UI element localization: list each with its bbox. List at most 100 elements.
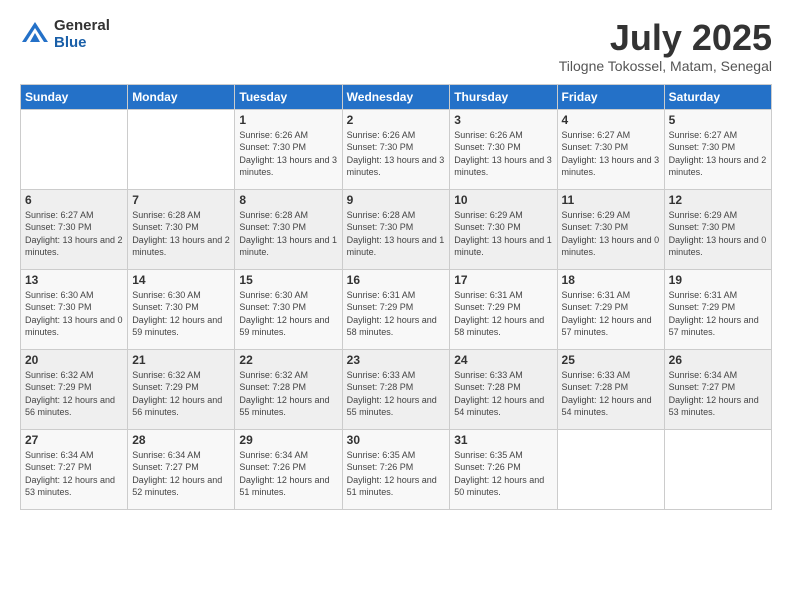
day-detail: Sunrise: 6:33 AM Sunset: 7:28 PM Dayligh…: [562, 370, 652, 418]
calendar-table: SundayMondayTuesdayWednesdayThursdayFrid…: [20, 84, 772, 510]
day-cell: 20Sunrise: 6:32 AM Sunset: 7:29 PM Dayli…: [21, 349, 128, 429]
day-cell: 14 Sunrise: 6:30 AM Sunset: 7:30 PM Dayli…: [128, 269, 235, 349]
day-detail: Sunrise: 6:33 AM Sunset: 7:28 PM Dayligh…: [454, 370, 544, 418]
day-detail: Sunrise: 6:31 AM Sunset: 7:29 PM Dayligh…: [454, 290, 544, 338]
day-detail: Sunrise: 6:27 AM Sunset: 7:30 PM Dayligh…: [25, 210, 123, 258]
day-detail: Sunrise: 6:30 AM Sunset: 7:30 PM Dayligh…: [25, 290, 123, 338]
day-cell: 27Sunrise: 6:34 AM Sunset: 7:27 PM Dayli…: [21, 429, 128, 509]
day-cell: [557, 429, 664, 509]
day-cell: 16 Sunrise: 6:31 AM Sunset: 7:29 PM Dayli…: [342, 269, 450, 349]
day-detail: Sunrise: 6:32 AM Sunset: 7:29 PM Dayligh…: [25, 370, 115, 418]
day-cell: 4Sunrise: 6:27 AM Sunset: 7:30 PM Daylig…: [557, 109, 664, 189]
day-cell: 10 Sunrise: 6:29 AM Sunset: 7:30 PM Dayli…: [450, 189, 557, 269]
day-number: 10: [454, 193, 552, 207]
day-cell: 7 Sunrise: 6:28 AM Sunset: 7:30 PM Daylig…: [128, 189, 235, 269]
day-detail: Sunrise: 6:26 AM Sunset: 7:30 PM Dayligh…: [454, 130, 552, 178]
day-cell: 1 Sunrise: 6:26 AM Sunset: 7:30 PM Daylig…: [235, 109, 342, 189]
day-cell: 23Sunrise: 6:33 AM Sunset: 7:28 PM Dayli…: [342, 349, 450, 429]
day-cell: 30 Sunrise: 6:35 AM Sunset: 7:26 PM Dayli…: [342, 429, 450, 509]
day-detail: Sunrise: 6:29 AM Sunset: 7:30 PM Dayligh…: [454, 210, 552, 258]
day-detail: Sunrise: 6:32 AM Sunset: 7:29 PM Dayligh…: [132, 370, 222, 418]
day-number: 3: [454, 113, 552, 127]
day-cell: 8Sunrise: 6:28 AM Sunset: 7:30 PM Daylig…: [235, 189, 342, 269]
day-cell: 19Sunrise: 6:31 AM Sunset: 7:29 PM Dayli…: [664, 269, 771, 349]
header: General Blue July 2025 Tilogne Tokossel,…: [20, 18, 772, 74]
day-number: 21: [132, 353, 230, 367]
day-number: 25: [562, 353, 660, 367]
week-row-2: 6Sunrise: 6:27 AM Sunset: 7:30 PM Daylig…: [21, 189, 772, 269]
logo-general: General: [54, 18, 110, 35]
day-number: 23: [347, 353, 446, 367]
page: General Blue July 2025 Tilogne Tokossel,…: [0, 0, 792, 612]
day-cell: [664, 429, 771, 509]
day-cell: 3 Sunrise: 6:26 AM Sunset: 7:30 PM Daylig…: [450, 109, 557, 189]
day-detail: Sunrise: 6:35 AM Sunset: 7:26 PM Dayligh…: [454, 450, 544, 498]
day-number: 31: [454, 433, 552, 447]
day-number: 17: [454, 273, 552, 287]
logo-text: General Blue: [54, 18, 110, 51]
day-cell: 6Sunrise: 6:27 AM Sunset: 7:30 PM Daylig…: [21, 189, 128, 269]
day-cell: 9Sunrise: 6:28 AM Sunset: 7:30 PM Daylig…: [342, 189, 450, 269]
calendar-title: July 2025: [559, 18, 772, 58]
title-block: July 2025 Tilogne Tokossel, Matam, Seneg…: [559, 18, 772, 74]
day-detail: Sunrise: 6:26 AM Sunset: 7:30 PM Dayligh…: [239, 130, 337, 178]
logo-icon: [20, 20, 50, 50]
day-detail: Sunrise: 6:35 AM Sunset: 7:26 PM Dayligh…: [347, 450, 437, 498]
header-cell-sunday: Sunday: [21, 84, 128, 109]
day-detail: Sunrise: 6:30 AM Sunset: 7:30 PM Dayligh…: [132, 290, 222, 338]
day-number: 26: [669, 353, 767, 367]
day-detail: Sunrise: 6:29 AM Sunset: 7:30 PM Dayligh…: [562, 210, 660, 258]
day-detail: Sunrise: 6:34 AM Sunset: 7:27 PM Dayligh…: [132, 450, 222, 498]
day-number: 30: [347, 433, 446, 447]
week-row-3: 13 Sunrise: 6:30 AM Sunset: 7:30 PM Dayli…: [21, 269, 772, 349]
day-number: 5: [669, 113, 767, 127]
day-number: 13: [25, 273, 123, 287]
day-cell: 29 Sunrise: 6:34 AM Sunset: 7:26 PM Dayli…: [235, 429, 342, 509]
day-cell: 21 Sunrise: 6:32 AM Sunset: 7:29 PM Dayli…: [128, 349, 235, 429]
day-number: 24: [454, 353, 552, 367]
header-cell-thursday: Thursday: [450, 84, 557, 109]
logo-blue: Blue: [54, 35, 110, 52]
day-detail: Sunrise: 6:34 AM Sunset: 7:26 PM Dayligh…: [239, 450, 329, 498]
day-number: 15: [239, 273, 337, 287]
day-number: 14: [132, 273, 230, 287]
day-detail: Sunrise: 6:32 AM Sunset: 7:28 PM Dayligh…: [239, 370, 329, 418]
day-number: 1: [239, 113, 337, 127]
day-cell: 28Sunrise: 6:34 AM Sunset: 7:27 PM Dayli…: [128, 429, 235, 509]
day-cell: 22 Sunrise: 6:32 AM Sunset: 7:28 PM Dayli…: [235, 349, 342, 429]
day-detail: Sunrise: 6:31 AM Sunset: 7:29 PM Dayligh…: [669, 290, 759, 338]
day-detail: Sunrise: 6:34 AM Sunset: 7:27 PM Dayligh…: [669, 370, 759, 418]
day-number: 29: [239, 433, 337, 447]
day-detail: Sunrise: 6:29 AM Sunset: 7:30 PM Dayligh…: [669, 210, 767, 258]
header-cell-friday: Friday: [557, 84, 664, 109]
day-cell: [128, 109, 235, 189]
day-detail: Sunrise: 6:27 AM Sunset: 7:30 PM Dayligh…: [562, 130, 660, 178]
header-row: SundayMondayTuesdayWednesdayThursdayFrid…: [21, 84, 772, 109]
day-detail: Sunrise: 6:28 AM Sunset: 7:30 PM Dayligh…: [132, 210, 230, 258]
calendar-subtitle: Tilogne Tokossel, Matam, Senegal: [559, 58, 772, 74]
header-cell-tuesday: Tuesday: [235, 84, 342, 109]
day-number: 22: [239, 353, 337, 367]
week-row-1: 1 Sunrise: 6:26 AM Sunset: 7:30 PM Daylig…: [21, 109, 772, 189]
day-number: 7: [132, 193, 230, 207]
day-number: 12: [669, 193, 767, 207]
day-detail: Sunrise: 6:31 AM Sunset: 7:29 PM Dayligh…: [347, 290, 437, 338]
day-detail: Sunrise: 6:28 AM Sunset: 7:30 PM Dayligh…: [347, 210, 445, 258]
day-number: 16: [347, 273, 446, 287]
day-detail: Sunrise: 6:26 AM Sunset: 7:30 PM Dayligh…: [347, 130, 445, 178]
logo: General Blue: [20, 18, 110, 51]
day-cell: 25 Sunrise: 6:33 AM Sunset: 7:28 PM Dayli…: [557, 349, 664, 429]
day-detail: Sunrise: 6:27 AM Sunset: 7:30 PM Dayligh…: [669, 130, 767, 178]
day-cell: 15Sunrise: 6:30 AM Sunset: 7:30 PM Dayli…: [235, 269, 342, 349]
week-row-4: 20Sunrise: 6:32 AM Sunset: 7:29 PM Dayli…: [21, 349, 772, 429]
day-number: 18: [562, 273, 660, 287]
day-cell: 12 Sunrise: 6:29 AM Sunset: 7:30 PM Dayli…: [664, 189, 771, 269]
day-cell: 18Sunrise: 6:31 AM Sunset: 7:29 PM Dayli…: [557, 269, 664, 349]
day-number: 8: [239, 193, 337, 207]
day-cell: [21, 109, 128, 189]
day-cell: 31 Sunrise: 6:35 AM Sunset: 7:26 PM Dayli…: [450, 429, 557, 509]
day-cell: 2Sunrise: 6:26 AM Sunset: 7:30 PM Daylig…: [342, 109, 450, 189]
day-cell: 17 Sunrise: 6:31 AM Sunset: 7:29 PM Dayli…: [450, 269, 557, 349]
header-cell-monday: Monday: [128, 84, 235, 109]
day-cell: 5 Sunrise: 6:27 AM Sunset: 7:30 PM Daylig…: [664, 109, 771, 189]
